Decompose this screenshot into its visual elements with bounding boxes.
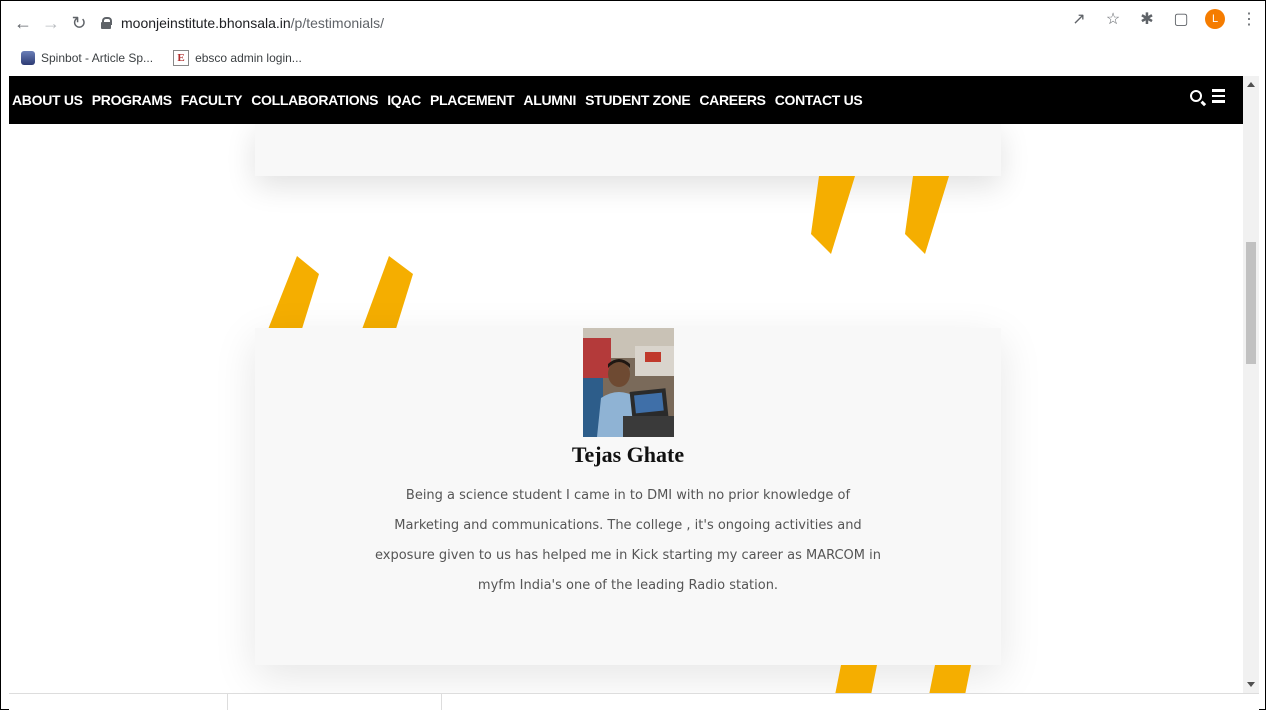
nav-placement[interactable]: PLACEMENT <box>430 92 515 108</box>
closing-quote-icon <box>835 665 971 693</box>
reload-icon[interactable]: ↻ <box>65 9 93 37</box>
nav-faculty[interactable]: FACULTY <box>181 92 243 108</box>
side-panel-icon[interactable]: ▢ <box>1171 9 1191 29</box>
previous-testimonial-card <box>255 124 1001 176</box>
forward-icon[interactable]: → <box>37 9 65 37</box>
bookmarks-bar: Spinbot - Article Sp... E ebsco admin lo… <box>21 47 302 69</box>
nav-iqac[interactable]: IQAC <box>387 92 421 108</box>
address-bar[interactable]: moonjeinstitute.bhonsala.in/p/testimonia… <box>101 15 384 31</box>
testimonial-card: Tejas Ghate Being a science student I ca… <box>255 328 1001 665</box>
ebsco-favicon-icon: E <box>173 50 190 66</box>
hamburger-menu-icon[interactable] <box>1212 89 1225 103</box>
url-host: moonjeinstitute.bhonsala.in <box>121 15 291 31</box>
profile-avatar[interactable]: L <box>1205 9 1225 29</box>
closing-quote-icon <box>811 176 949 254</box>
extensions-icon[interactable]: ✱ <box>1137 9 1157 29</box>
nav-tools <box>1190 89 1225 103</box>
page-scrollbar[interactable] <box>1243 76 1259 693</box>
scrollbar-thumb[interactable] <box>1246 242 1256 364</box>
browser-window: ← → ↻ moonjeinstitute.bhonsala.in/p/test… <box>0 0 1266 710</box>
testimonials-content: Tejas Ghate Being a science student I ca… <box>9 124 1243 693</box>
url-path: /p/testimonials/ <box>290 15 385 31</box>
bottom-strip <box>9 693 1259 710</box>
opening-quote-icon <box>267 256 413 332</box>
testimonial-photo <box>583 328 674 437</box>
bookmark-label: Spinbot - Article Sp... <box>41 51 154 65</box>
testimonial-text: Being a science student I came in to DMI… <box>375 488 881 593</box>
nav-collaborations[interactable]: COLLABORATIONS <box>251 92 378 108</box>
search-icon[interactable] <box>1190 89 1202 102</box>
nav-contact-us[interactable]: CONTACT US <box>775 92 863 108</box>
browser-toolbar: ← → ↻ moonjeinstitute.bhonsala.in/p/test… <box>9 5 1263 41</box>
divider <box>227 694 228 710</box>
scroll-up-icon[interactable] <box>1247 82 1255 87</box>
nav-programs[interactable]: PROGRAMS <box>92 92 172 108</box>
scroll-down-icon[interactable] <box>1247 682 1255 687</box>
testimonial-name: Tejas Ghate <box>571 442 685 467</box>
nav-careers[interactable]: CAREERS <box>699 92 766 108</box>
back-icon[interactable]: ← <box>9 9 37 37</box>
nav-about-us[interactable]: ABOUT US <box>12 92 83 108</box>
nav-student-zone[interactable]: STUDENT ZONE <box>585 92 691 108</box>
main-menu: ABOUT US PROGRAMS FACULTY COLLABORATIONS… <box>12 92 863 108</box>
bookmark-label: ebsco admin login... <box>195 51 302 65</box>
divider <box>441 694 442 710</box>
site-navigation: ABOUT US PROGRAMS FACULTY COLLABORATIONS… <box>9 76 1243 124</box>
menu-dots-icon[interactable]: ⋮ <box>1239 9 1259 29</box>
nav-alumni[interactable]: ALUMNI <box>523 92 576 108</box>
spinbot-favicon-icon <box>21 51 35 65</box>
share-icon[interactable]: ↗ <box>1069 9 1089 29</box>
bookmark-ebsco[interactable]: E ebsco admin login... <box>173 50 302 66</box>
toolbar-actions: ↗ ☆ ✱ ▢ L ⋮ <box>1069 9 1259 29</box>
lock-icon[interactable] <box>101 17 112 29</box>
star-icon[interactable]: ☆ <box>1103 9 1123 29</box>
bookmark-spinbot[interactable]: Spinbot - Article Sp... <box>21 51 153 65</box>
